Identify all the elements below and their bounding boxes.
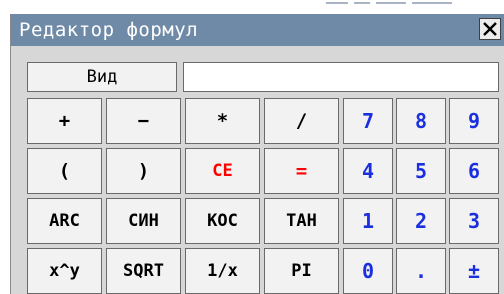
sqrt-button[interactable]: SQRT: [106, 248, 181, 294]
formula-editor-window: Редактор формул Вид + − * / ( ) CE = ARC…: [10, 14, 504, 294]
plus-button-label: +: [58, 110, 71, 132]
digit-3-button[interactable]: 3: [449, 198, 499, 244]
digit-9-label: 9: [467, 109, 481, 133]
plus-button[interactable]: +: [27, 98, 102, 144]
digit-3-label: 3: [467, 209, 481, 233]
decimal-point-button[interactable]: .: [396, 248, 446, 294]
cos-button[interactable]: КОС: [185, 198, 260, 244]
tan-button[interactable]: ТАН: [264, 198, 339, 244]
window-title: Редактор формул: [19, 19, 199, 41]
reciprocal-button[interactable]: 1/x: [185, 248, 260, 294]
sign-toggle-label: ±: [467, 259, 481, 283]
background-mark: [376, 2, 406, 4]
digit-8-button[interactable]: 8: [396, 98, 446, 144]
formula-input[interactable]: [183, 62, 499, 92]
close-icon: [480, 19, 500, 39]
equals-button[interactable]: =: [264, 148, 339, 194]
digit-1-button[interactable]: 1: [343, 198, 393, 244]
sign-toggle-button[interactable]: ±: [449, 248, 499, 294]
digit-5-button[interactable]: 5: [396, 148, 446, 194]
digit-7-label: 7: [361, 109, 375, 133]
clear-entry-button[interactable]: CE: [185, 148, 260, 194]
digit-8-label: 8: [414, 109, 428, 133]
title-bar[interactable]: Редактор формул: [11, 14, 504, 46]
multiply-button-label: *: [216, 110, 229, 132]
digit-2-button[interactable]: 2: [396, 198, 446, 244]
digit-6-label: 6: [467, 159, 481, 183]
background-mark: [354, 2, 370, 4]
digit-1-label: 1: [361, 209, 375, 233]
digit-2-label: 2: [414, 209, 428, 233]
digit-0-label: 0: [361, 259, 375, 283]
arc-button[interactable]: ARC: [27, 198, 102, 244]
minus-button-label: −: [137, 110, 150, 132]
digit-4-label: 4: [361, 159, 375, 183]
sqrt-label: SQRT: [123, 261, 164, 281]
power-label: x^y: [49, 261, 80, 281]
top-strip: [0, 0, 504, 14]
clear-entry-label: CE: [212, 161, 233, 181]
divide-button[interactable]: /: [264, 98, 339, 144]
digit-6-button[interactable]: 6: [449, 148, 499, 194]
minus-button[interactable]: −: [106, 98, 181, 144]
power-button[interactable]: x^y: [27, 248, 102, 294]
sin-button[interactable]: СИН: [106, 198, 181, 244]
arc-label: ARC: [49, 211, 80, 231]
digit-4-button[interactable]: 4: [343, 148, 393, 194]
digit-5-label: 5: [414, 159, 428, 183]
digit-0-button[interactable]: 0: [343, 248, 393, 294]
equals-label: =: [295, 160, 308, 182]
view-button[interactable]: Вид: [27, 62, 177, 92]
pi-button[interactable]: PI: [264, 248, 339, 294]
open-paren-label: (: [58, 160, 71, 182]
tan-label: ТАН: [286, 211, 317, 231]
open-paren-button[interactable]: (: [27, 148, 102, 194]
close-button[interactable]: [479, 18, 501, 40]
reciprocal-label: 1/x: [207, 261, 238, 281]
close-paren-label: ): [137, 160, 150, 182]
sin-label: СИН: [128, 211, 159, 231]
view-button-label: Вид: [86, 67, 118, 87]
multiply-button[interactable]: *: [185, 98, 260, 144]
close-paren-button[interactable]: ): [106, 148, 181, 194]
digit-7-button[interactable]: 7: [343, 98, 393, 144]
cos-label: КОС: [207, 211, 238, 231]
pi-label: PI: [291, 261, 312, 281]
digit-9-button[interactable]: 9: [449, 98, 499, 144]
background-mark: [326, 2, 348, 4]
background-mark: [412, 2, 452, 4]
divide-button-label: /: [295, 110, 308, 132]
decimal-point-label: .: [414, 259, 428, 283]
